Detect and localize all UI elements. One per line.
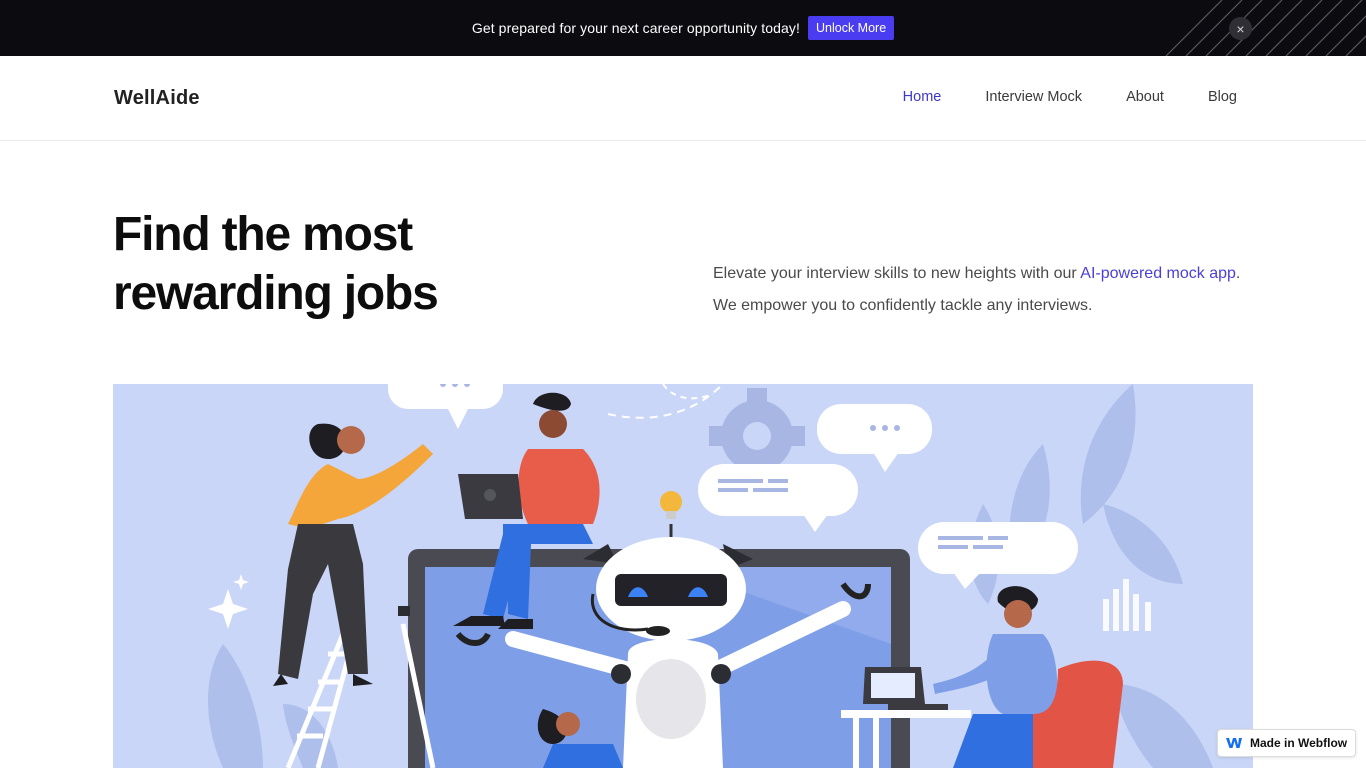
sparkle-icon (208, 574, 249, 629)
unlock-more-button[interactable]: Unlock More (808, 16, 895, 40)
logo[interactable]: WellAide (114, 87, 200, 110)
announcement-text: Get prepared for your next career opport… (471, 20, 800, 36)
webflow-icon (1226, 738, 1242, 748)
nav-link-blog[interactable]: Blog (1208, 89, 1237, 105)
hero-illustration (113, 384, 1253, 768)
nav-link-interview-mock[interactable]: Interview Mock (985, 89, 1082, 105)
leaf-decoration-left (208, 644, 338, 768)
illustration-svg (208, 384, 1213, 768)
hero-desc-text-1: Elevate your interview skills to new hei… (713, 265, 1081, 282)
hero-title: Find the most rewarding jobs (113, 208, 439, 320)
ai-mock-app-link[interactable]: AI-powered mock app (1080, 265, 1236, 282)
announcement-bar: Get prepared for your next career opport… (0, 0, 1366, 56)
bars-decoration (1103, 579, 1151, 631)
made-in-webflow-badge[interactable]: Made in Webflow (1217, 729, 1356, 757)
webflow-badge-label: Made in Webflow (1250, 736, 1348, 750)
nav-link-about[interactable]: About (1126, 89, 1164, 105)
hero-description: Elevate your interview skills to new hei… (713, 258, 1253, 322)
close-icon[interactable]: × (1229, 17, 1252, 40)
navbar: WellAide Home Interview Mock About Blog (0, 56, 1366, 141)
nav-links: Home Interview Mock About Blog (903, 89, 1237, 105)
nav-link-home[interactable]: Home (903, 89, 942, 105)
